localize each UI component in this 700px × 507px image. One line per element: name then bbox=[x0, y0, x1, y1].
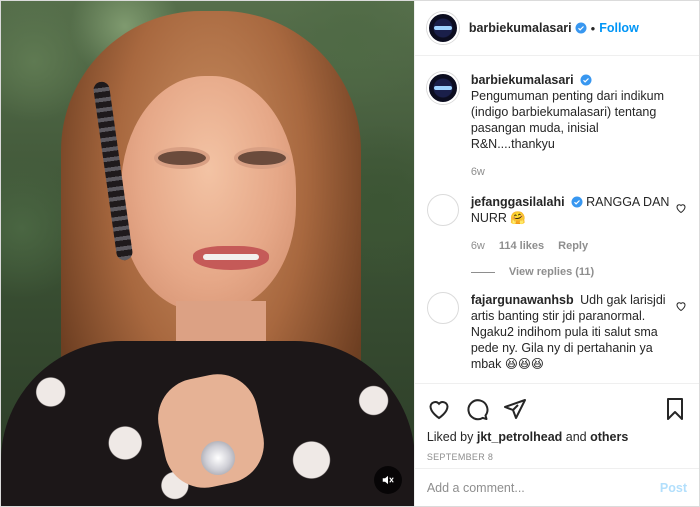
add-comment-input[interactable] bbox=[426, 480, 660, 495]
liked-by: Liked by jkt_petrolhead and others bbox=[427, 430, 687, 444]
liked-by-others[interactable]: others bbox=[590, 430, 628, 444]
bookmark-icon[interactable] bbox=[663, 397, 687, 421]
speaker-muted-icon bbox=[382, 475, 394, 485]
comment-likes[interactable]: 114 likes bbox=[499, 238, 544, 254]
avatar[interactable] bbox=[426, 72, 459, 104]
comment-bubble-icon[interactable] bbox=[465, 397, 489, 421]
comment-age[interactable]: 6w bbox=[471, 238, 485, 254]
comment-item: fajargunawanhsb Udh gak larisjdi artis b… bbox=[426, 292, 687, 372]
comment-item: jefanggasilalahi RANGGA DAN NURR 🤗 6w 11… bbox=[426, 194, 687, 254]
add-comment-bar: Post bbox=[414, 468, 699, 506]
heart-icon[interactable] bbox=[675, 300, 687, 312]
liked-by-user[interactable]: jkt_petrolhead bbox=[477, 430, 562, 444]
comment-body: jefanggasilalahi RANGGA DAN NURR 🤗 6w 11… bbox=[471, 194, 687, 254]
mute-button[interactable] bbox=[373, 466, 402, 494]
verified-badge-icon bbox=[575, 22, 587, 34]
avatar[interactable] bbox=[426, 194, 459, 226]
post-header: barbiekumalasari • Follow bbox=[414, 1, 699, 56]
mouth bbox=[193, 246, 269, 270]
heart-icon[interactable] bbox=[675, 202, 687, 214]
comment-username[interactable]: barbiekumalasari bbox=[471, 73, 574, 87]
comment-username[interactable]: fajargunawanhsb bbox=[471, 293, 574, 307]
avatar[interactable] bbox=[426, 292, 459, 324]
liked-by-prefix: Liked by bbox=[426, 430, 474, 444]
ring bbox=[201, 441, 235, 475]
comment-meta: 6w bbox=[471, 164, 671, 180]
comment-body: fajargunawanhsb Udh gak larisjdi artis b… bbox=[471, 292, 687, 372]
comment-text: Pengumuman penting dari indikum (indigo … bbox=[470, 89, 664, 151]
caption-body: barbiekumalasari Pengumuman penting dari… bbox=[471, 72, 687, 180]
liked-by-and: and bbox=[565, 430, 587, 444]
comment-username[interactable]: jefanggasilalahi bbox=[471, 195, 565, 209]
avatar[interactable] bbox=[426, 12, 459, 44]
view-replies-label: View replies (11) bbox=[508, 266, 595, 278]
verified-badge-icon bbox=[571, 196, 583, 208]
header-username[interactable]: barbiekumalasari bbox=[469, 21, 572, 35]
comment-meta: 6w 114 likes Reply bbox=[471, 238, 671, 254]
post-date[interactable]: SEPTEMBER 8 bbox=[427, 452, 687, 462]
face bbox=[121, 76, 296, 311]
post-video[interactable] bbox=[1, 1, 414, 506]
left-eye bbox=[158, 151, 206, 165]
share-paper-plane-icon[interactable] bbox=[503, 397, 527, 421]
verified-badge-icon bbox=[580, 74, 592, 86]
comment-list: barbiekumalasari Pengumuman penting dari… bbox=[415, 56, 699, 383]
follow-button[interactable]: Follow bbox=[599, 21, 639, 35]
view-replies-button[interactable]: View replies (11) bbox=[470, 266, 687, 278]
right-eye bbox=[238, 151, 286, 165]
post-actions: Liked by jkt_petrolhead and others SEPTE… bbox=[414, 383, 699, 462]
post-comment-button[interactable]: Post bbox=[660, 481, 687, 495]
like-heart-icon[interactable] bbox=[427, 397, 451, 421]
post-side-panel: barbiekumalasari • Follow barbiekumalasa… bbox=[413, 1, 699, 506]
instagram-post-dialog: barbiekumalasari • Follow barbiekumalasa… bbox=[0, 0, 700, 507]
action-icons bbox=[427, 392, 687, 426]
divider-line bbox=[470, 271, 495, 273]
caption: barbiekumalasari Pengumuman penting dari… bbox=[426, 72, 687, 180]
comment-age[interactable]: 6w bbox=[471, 164, 485, 180]
reply-button[interactable]: Reply bbox=[558, 238, 588, 254]
separator-dot: • bbox=[590, 20, 596, 36]
